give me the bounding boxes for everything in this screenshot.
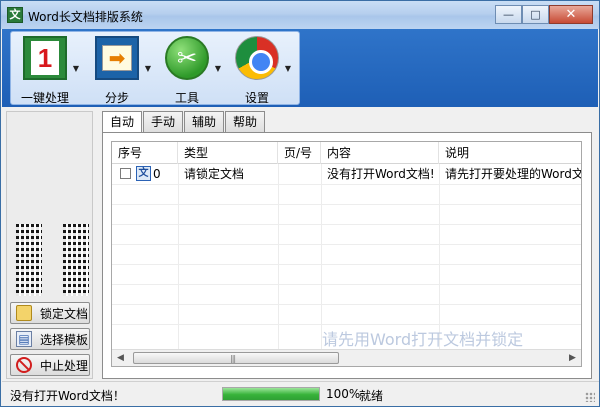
tab-help[interactable]: 帮助 bbox=[225, 111, 266, 132]
chrome-settings-icon bbox=[235, 36, 279, 80]
status-message: 没有打开Word文档！ bbox=[10, 389, 125, 403]
row-divider bbox=[112, 224, 581, 225]
window-title: Word长文档排版系统 bbox=[28, 10, 143, 24]
resize-grip-icon[interactable] bbox=[585, 392, 595, 402]
lock-document-label: 锁定文档 bbox=[40, 306, 89, 321]
row-note: 请先打开要处理的Word文档 bbox=[445, 167, 582, 181]
step-button[interactable]: ➡ ▼ 分步 bbox=[87, 34, 153, 105]
table-header: 序号 类型 页/号 内容 说明 bbox=[112, 142, 581, 164]
title-bar[interactable]: 文 Word长文档排版系统 — □ ✕ bbox=[1, 1, 599, 29]
ribbon-label-one-click: 一键处理 bbox=[20, 91, 69, 105]
left-panel: 锁定文档 ▤ 选择模板 中止处理 bbox=[6, 111, 93, 379]
maximize-button[interactable]: □ bbox=[522, 5, 549, 24]
chevron-down-icon[interactable]: ▼ bbox=[285, 64, 291, 73]
tab-assist[interactable]: 辅助 bbox=[184, 111, 225, 132]
row-seq: 0 bbox=[153, 167, 161, 181]
qr-code-icon bbox=[16, 224, 42, 296]
select-template-label: 选择模板 bbox=[40, 332, 89, 347]
row-divider bbox=[112, 204, 581, 205]
ready-status: 就绪 bbox=[359, 389, 384, 403]
row-divider bbox=[112, 284, 581, 285]
progress-percent: 100% bbox=[326, 387, 361, 401]
column-header-type[interactable]: 类型 bbox=[178, 142, 278, 164]
row-checkbox[interactable] bbox=[120, 168, 131, 179]
ribbon-label-settings: 设置 bbox=[244, 91, 269, 105]
abort-process-label: 中止处理 bbox=[40, 358, 89, 373]
scroll-left-icon[interactable]: ◀ bbox=[112, 350, 129, 366]
row-divider bbox=[112, 304, 581, 305]
row-divider bbox=[112, 264, 581, 265]
ribbon-group: 1 ▼ 一键处理 ➡ ▼ 分步 ✂ ▼ 工具 ▼ 设置 bbox=[10, 31, 300, 105]
chevron-down-icon[interactable]: ▼ bbox=[145, 64, 151, 73]
column-divider bbox=[439, 164, 440, 349]
scroll-thumb[interactable]: ||| bbox=[133, 352, 339, 364]
ribbon: 1 ▼ 一键处理 ➡ ▼ 分步 ✂ ▼ 工具 ▼ 设置 bbox=[2, 29, 598, 107]
template-icon: ▤ bbox=[16, 331, 32, 347]
scroll-grip-icon: ||| bbox=[230, 354, 236, 363]
column-header-content[interactable]: 内容 bbox=[321, 142, 439, 164]
tab-panel-auto: 序号 类型 页/号 内容 说明 文 0 请锁定文档 没有打开Word文档! 请先… bbox=[102, 132, 592, 379]
progress-fill bbox=[223, 388, 319, 400]
column-header-page[interactable]: 页/号 bbox=[278, 142, 321, 164]
app-icon: 文 bbox=[7, 7, 23, 23]
one-click-process-button[interactable]: 1 ▼ 一键处理 bbox=[15, 34, 81, 105]
row-divider bbox=[112, 184, 581, 185]
window-controls: — □ ✕ bbox=[495, 5, 593, 25]
close-button[interactable]: ✕ bbox=[549, 5, 593, 24]
column-divider bbox=[321, 164, 322, 349]
column-divider bbox=[278, 164, 279, 349]
status-bar: 没有打开Word文档！ 100% 就绪 bbox=[2, 381, 599, 406]
scroll-right-icon[interactable]: ▶ bbox=[564, 350, 581, 366]
ribbon-label-step: 分步 bbox=[104, 91, 129, 105]
qr-code-icon bbox=[63, 224, 89, 296]
tab-auto[interactable]: 自动 bbox=[102, 111, 143, 133]
row-type: 请锁定文档 bbox=[184, 167, 245, 181]
stop-icon bbox=[16, 357, 32, 373]
tab-strip: 自动 手动 辅助 帮助 bbox=[102, 111, 266, 133]
task-list-table[interactable]: 序号 类型 页/号 内容 说明 文 0 请锁定文档 没有打开Word文档! 请先… bbox=[111, 141, 582, 367]
row-divider bbox=[112, 244, 581, 245]
step-arrow-icon: ➡ bbox=[95, 36, 139, 80]
column-header-seq[interactable]: 序号 bbox=[112, 142, 178, 164]
lock-document-icon bbox=[16, 305, 32, 321]
tab-manual[interactable]: 手动 bbox=[143, 111, 184, 132]
tools-button[interactable]: ✂ ▼ 工具 bbox=[157, 34, 223, 105]
ribbon-label-tools: 工具 bbox=[174, 91, 199, 105]
row-content: 没有打开Word文档! bbox=[327, 167, 435, 181]
chevron-down-icon[interactable]: ▼ bbox=[73, 64, 79, 73]
minimize-button[interactable]: — bbox=[495, 5, 522, 24]
abort-process-button[interactable]: 中止处理 bbox=[10, 354, 90, 376]
lock-document-button[interactable]: 锁定文档 bbox=[10, 302, 90, 324]
horizontal-scrollbar[interactable]: ◀ ||| ▶ bbox=[112, 349, 581, 366]
row-page bbox=[278, 164, 321, 184]
step-arrow-glyph: ➡ bbox=[102, 45, 132, 71]
select-template-button[interactable]: ▤ 选择模板 bbox=[10, 328, 90, 350]
progress-bar bbox=[222, 387, 320, 401]
hint-watermark: 请先用Word打开文档并锁定 bbox=[322, 330, 524, 349]
app-window: 文 Word长文档排版系统 — □ ✕ 1 ▼ 一键处理 ➡ ▼ 分步 ✂ ▼ … bbox=[0, 0, 600, 407]
one-click-glyph: 1 bbox=[31, 41, 59, 75]
column-divider bbox=[178, 164, 179, 349]
column-header-note[interactable]: 说明 bbox=[439, 142, 581, 164]
table-row[interactable]: 文 0 请锁定文档 没有打开Word文档! 请先打开要处理的Word文档 bbox=[112, 164, 581, 184]
tools-icon: ✂ bbox=[165, 36, 209, 80]
row-divider bbox=[112, 324, 581, 325]
settings-button[interactable]: ▼ 设置 bbox=[227, 34, 293, 105]
chevron-down-icon[interactable]: ▼ bbox=[215, 64, 221, 73]
one-click-icon: 1 bbox=[23, 36, 67, 80]
word-document-icon: 文 bbox=[136, 166, 151, 181]
